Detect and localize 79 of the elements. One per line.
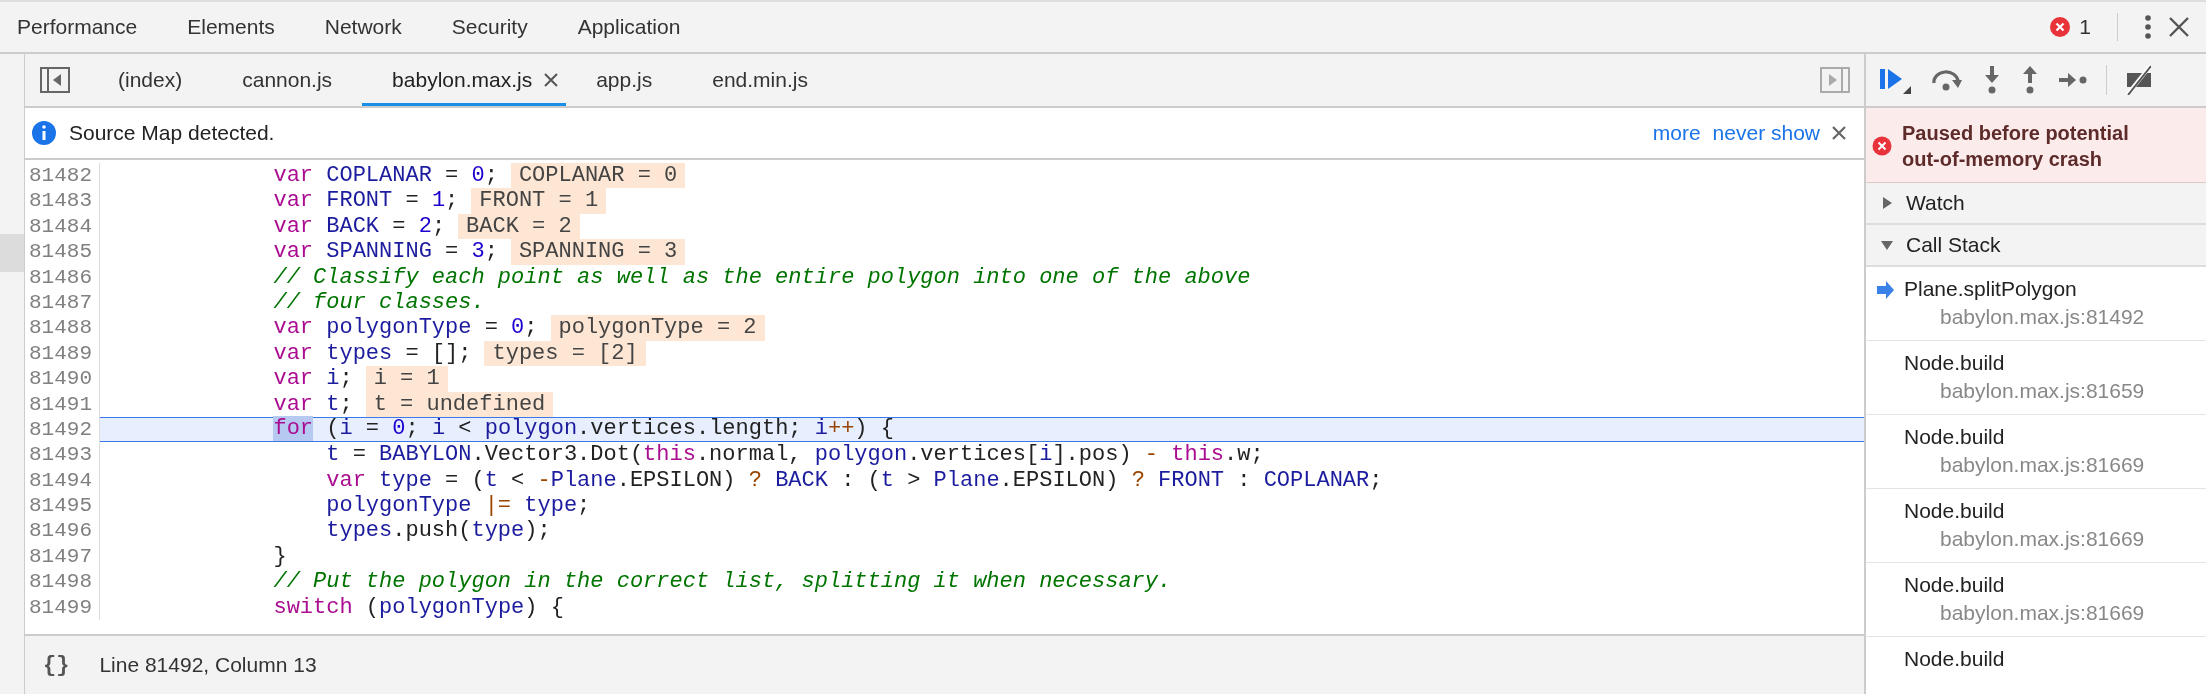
- info-message: Source Map detected.: [69, 121, 275, 145]
- step-into-icon[interactable]: [1982, 65, 2002, 95]
- frame-function: Node.build: [1904, 350, 2006, 376]
- code-line: }: [273, 543, 287, 570]
- info-link[interactable]: more: [1652, 121, 1701, 145]
- section-title: Watch: [1906, 191, 1965, 215]
- info-link[interactable]: never show: [1712, 121, 1820, 145]
- paused-message: Paused before potential out-of-memory crash: [1902, 121, 2130, 172]
- code-line: var t;: [273, 391, 353, 417]
- file-tab[interactable]: babylon.max.js: [362, 54, 567, 106]
- panel-tab[interactable]: Application: [560, 2, 706, 52]
- frame-location: babylon.max.js:81669: [1939, 526, 2145, 552]
- code-line: // Classify each point as well as the entire polygon into one of the above: [273, 264, 1251, 290]
- close-icon[interactable]: [544, 73, 559, 87]
- file-tab[interactable]: app.js: [566, 54, 683, 106]
- code-line: // Put the polygon in the correct list, splitting it when necessary.: [273, 569, 1172, 595]
- close-icon[interactable]: [1832, 126, 1846, 140]
- call-frame[interactable]: Node.build babylon.max.js:81659: [1866, 341, 2206, 415]
- inline-value: BACK = 2: [458, 213, 580, 240]
- code-line: t = BABYLON.Vector3.Dot(this.normal, polygon.vertices[i].pos) - this.w;: [326, 442, 1264, 468]
- inline-value: types = [2]: [484, 340, 646, 367]
- call-frame[interactable]: Plane.splitPolygon babylon.max.js:81492: [1866, 267, 2206, 341]
- panel-tab[interactable]: Security: [434, 2, 553, 52]
- section-header[interactable]: Call Stack: [1866, 225, 2206, 267]
- step-out-icon[interactable]: [2020, 65, 2040, 95]
- inline-value: i = 1: [365, 366, 448, 392]
- frame-location: babylon.max.js:81492: [1939, 304, 2145, 330]
- frame-function: Plane.splitPolygon: [1904, 276, 2078, 302]
- step-icon[interactable]: [2058, 70, 2088, 90]
- call-frame[interactable]: Node.build: [1866, 637, 2206, 694]
- code-line: var type = (t < -Plane.EPSILON) ? BACK : (t > Plane.EPSILON) ? FRONT : COPLANAR;: [326, 467, 1383, 494]
- sidebar-toggle-icon[interactable]: [40, 67, 70, 93]
- error-count[interactable]: 1: [2079, 15, 2091, 39]
- code-line: var SPANNING = 3;: [273, 239, 498, 265]
- panel-tab[interactable]: Network: [307, 2, 427, 52]
- inline-value: t = undefined: [365, 391, 554, 417]
- code-line: switch (polygonType) {: [273, 594, 564, 621]
- frame-location: babylon.max.js:81659: [1939, 378, 2145, 404]
- call-frame[interactable]: Node.build babylon.max.js:81669: [1866, 415, 2206, 489]
- pretty-print-button[interactable]: {}: [37, 650, 76, 680]
- more-options-icon[interactable]: [2144, 14, 2152, 40]
- frame-location: babylon.max.js:81669: [1939, 600, 2145, 626]
- frame-location: babylon.max.js:81669: [1939, 452, 2145, 478]
- code-line: // four classes.: [273, 289, 485, 316]
- info-icon: [31, 120, 57, 146]
- error-icon: [2049, 16, 2072, 38]
- cursor-position: Line 81492, Column 13: [99, 653, 317, 677]
- deactivate-breakpoints-icon[interactable]: [2125, 65, 2151, 95]
- code-line: var i;: [273, 366, 353, 392]
- panel-tab[interactable]: Elements: [170, 2, 300, 52]
- code-line: var FRONT = 1;: [273, 188, 459, 214]
- frame-function: Node.build: [1904, 646, 2005, 672]
- section-title: Call Stack: [1906, 233, 2001, 257]
- error-icon: [1872, 136, 1892, 156]
- section-header[interactable]: Watch: [1866, 183, 2206, 225]
- panel-tab[interactable]: Performance: [0, 2, 163, 52]
- sidebar-handle[interactable]: [0, 234, 24, 272]
- close-icon[interactable]: [2168, 16, 2190, 38]
- file-tab[interactable]: cannon.js: [212, 54, 363, 106]
- code-line: var COPLANAR = 0;: [273, 163, 498, 189]
- step-over-icon[interactable]: [1930, 67, 1964, 93]
- call-frame[interactable]: Node.build babylon.max.js:81669: [1866, 489, 2206, 563]
- code-line: types.push(type);: [326, 518, 551, 544]
- code-line: var polygonType = 0;: [273, 315, 538, 341]
- code-line: polygonType |= type;: [326, 493, 591, 519]
- code-line: var types = [];: [273, 340, 472, 367]
- frame-function: Node.build: [1904, 572, 2006, 598]
- inline-value: SPANNING = 3: [510, 239, 686, 265]
- file-tab[interactable]: (index): [88, 54, 213, 106]
- code-line: for (i = 0; i < polygon.vertices.length; i++) {: [273, 417, 894, 442]
- frame-function: Node.build: [1904, 498, 2006, 524]
- frame-function: Node.build: [1904, 424, 2006, 450]
- inline-value: COPLANAR = 0: [510, 163, 686, 189]
- code-line: var BACK = 2;: [273, 213, 446, 240]
- file-tab[interactable]: end.min.js: [682, 54, 838, 106]
- debugger-toggle-icon[interactable]: [1820, 67, 1850, 93]
- call-frame[interactable]: Node.build babylon.max.js:81669: [1866, 563, 2206, 637]
- inline-value: polygonType = 2: [550, 315, 765, 341]
- inline-value: FRONT = 1: [471, 188, 607, 214]
